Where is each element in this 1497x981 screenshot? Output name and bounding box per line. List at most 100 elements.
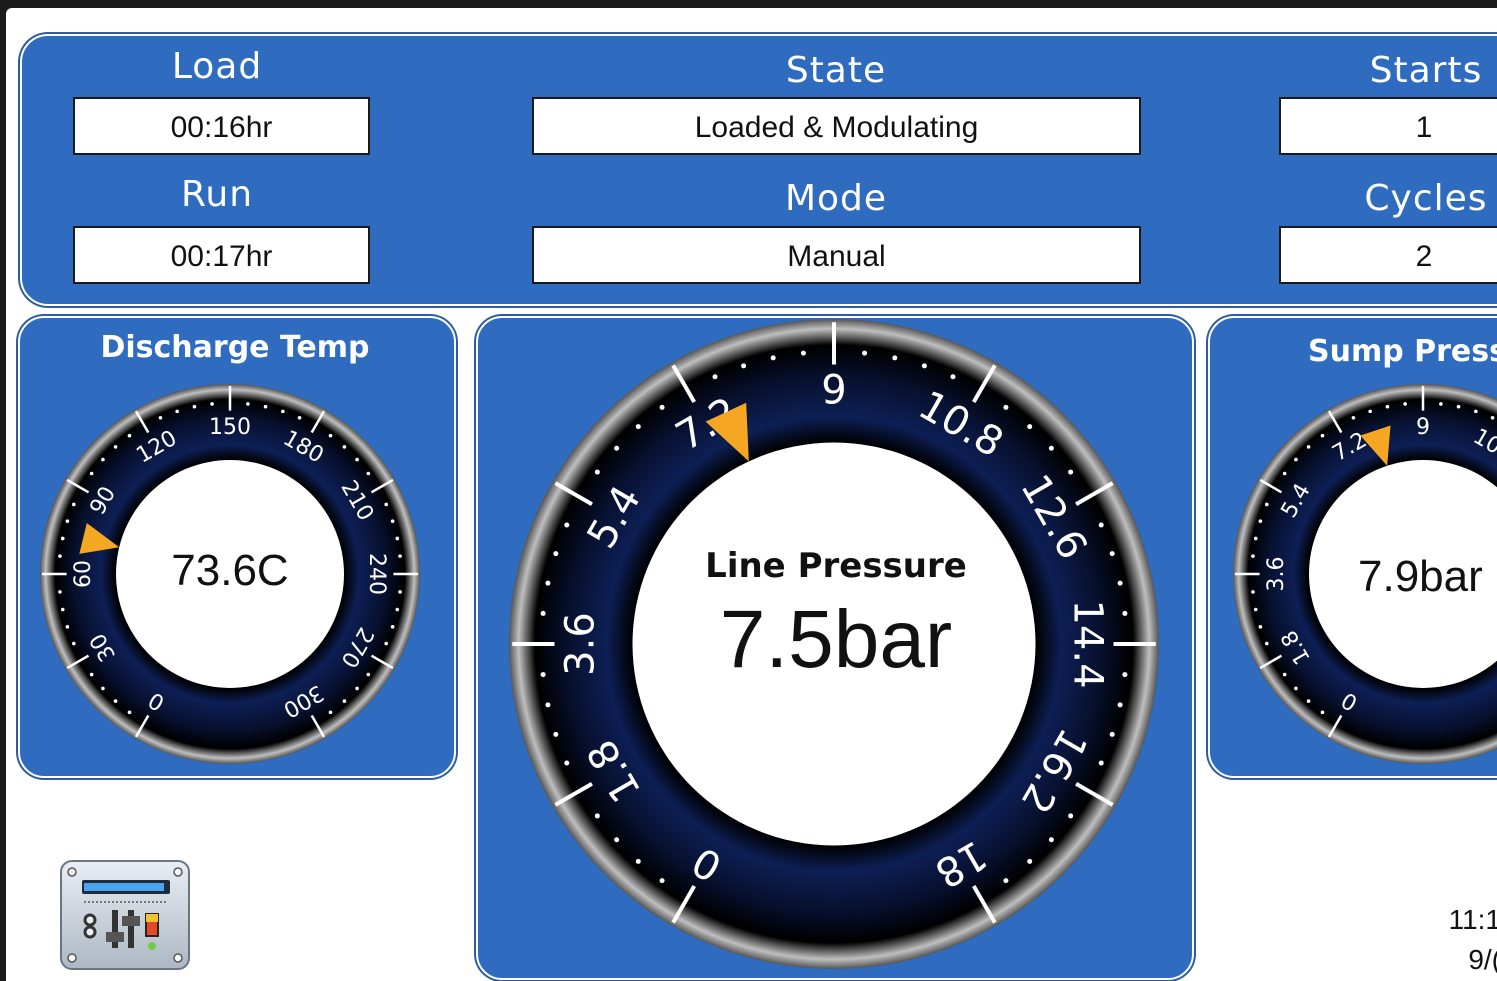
minor-tick bbox=[921, 363, 927, 369]
minor-tick bbox=[1258, 625, 1263, 629]
minor-tick bbox=[113, 445, 118, 449]
minor-tick bbox=[113, 699, 118, 703]
clock-date: 9/( bbox=[1468, 944, 1497, 975]
minor-tick bbox=[355, 457, 359, 462]
minor-tick bbox=[1306, 699, 1311, 703]
minor-tick bbox=[1003, 878, 1009, 884]
clock: 11:1 9/( bbox=[1449, 900, 1497, 980]
minor-tick bbox=[1294, 686, 1298, 691]
minor-tick bbox=[540, 672, 546, 678]
minor-tick bbox=[390, 625, 395, 629]
scale-label: 3.6 bbox=[558, 612, 604, 676]
minor-tick bbox=[58, 590, 62, 594]
scale-label: 14.4 bbox=[1065, 599, 1111, 688]
minor-tick bbox=[553, 551, 559, 557]
minor-tick bbox=[89, 471, 94, 476]
mixer-settings-icon[interactable] bbox=[60, 860, 190, 970]
minor-tick bbox=[1264, 641, 1269, 646]
minor-tick bbox=[395, 536, 400, 541]
load-label: Load bbox=[171, 46, 263, 87]
minor-tick bbox=[1117, 580, 1123, 586]
minor-tick bbox=[741, 363, 747, 369]
scale-label: 60 bbox=[71, 560, 96, 588]
minor-tick bbox=[366, 471, 371, 476]
minor-tick bbox=[58, 554, 62, 558]
minor-tick bbox=[328, 710, 333, 715]
minor-tick bbox=[1294, 457, 1298, 462]
minor-tick bbox=[1048, 445, 1054, 451]
minor-tick bbox=[366, 672, 371, 677]
minor-tick bbox=[263, 404, 268, 409]
minor-tick bbox=[342, 445, 347, 449]
minor-tick bbox=[71, 641, 76, 646]
minor-tick bbox=[1368, 409, 1372, 414]
minor-tick bbox=[1351, 415, 1356, 420]
minor-tick bbox=[1258, 519, 1263, 523]
minor-tick bbox=[1282, 471, 1287, 476]
minor-tick bbox=[1253, 607, 1258, 612]
sump-pressure-readout: 7.9bar bbox=[1358, 552, 1483, 601]
sump-pressure-title: Sump Pressu bbox=[1308, 334, 1497, 369]
minor-tick bbox=[1456, 404, 1461, 409]
scale-label: 240 bbox=[364, 553, 389, 595]
mode-label: Mode bbox=[784, 178, 888, 219]
minor-tick bbox=[1253, 536, 1258, 541]
minor-tick bbox=[614, 445, 620, 451]
scale-label: 9 bbox=[1416, 415, 1430, 440]
minor-tick bbox=[635, 424, 641, 430]
minor-tick bbox=[1306, 445, 1311, 449]
minor-tick bbox=[1109, 551, 1115, 557]
scale-label: 9 bbox=[821, 368, 846, 414]
cycles-value: 2 bbox=[1279, 226, 1497, 284]
minor-tick bbox=[1068, 469, 1074, 475]
minor-tick bbox=[553, 731, 559, 737]
minor-tick bbox=[1474, 409, 1478, 414]
minor-tick bbox=[71, 502, 76, 507]
minor-tick bbox=[614, 837, 620, 843]
minor-tick bbox=[101, 686, 105, 691]
minor-tick bbox=[540, 610, 546, 616]
minor-tick bbox=[770, 355, 776, 361]
minor-tick bbox=[328, 433, 333, 438]
minor-tick bbox=[1264, 502, 1269, 507]
cycles-label: Cycles bbox=[1364, 178, 1488, 219]
minor-tick bbox=[281, 409, 285, 414]
minor-tick bbox=[297, 415, 302, 420]
discharge-temp-readout: 73.6C bbox=[171, 546, 289, 595]
minor-tick bbox=[158, 415, 163, 420]
minor-tick bbox=[127, 710, 132, 715]
minor-tick bbox=[712, 374, 718, 380]
minor-tick bbox=[1003, 404, 1009, 410]
minor-tick bbox=[89, 672, 94, 677]
minor-tick bbox=[101, 457, 105, 462]
minor-tick bbox=[127, 433, 132, 438]
minor-tick bbox=[659, 404, 665, 410]
minor-tick bbox=[355, 686, 359, 691]
starts-label: Starts bbox=[1369, 50, 1483, 91]
hmi-screen: Load 00:16hr Run 00:17hr State Loaded & … bbox=[6, 8, 1497, 981]
mode-value: Manual bbox=[532, 226, 1141, 284]
line-pressure-readout: 7.5bar bbox=[719, 594, 953, 685]
minor-tick bbox=[384, 502, 389, 507]
minor-tick bbox=[545, 580, 551, 586]
minor-tick bbox=[1490, 415, 1495, 420]
run-label: Run bbox=[180, 174, 254, 215]
load-value: 00:16hr bbox=[73, 97, 370, 155]
minor-tick bbox=[950, 374, 956, 380]
minor-tick bbox=[384, 641, 389, 646]
minor-tick bbox=[1098, 760, 1104, 766]
clock-time: 11:1 bbox=[1448, 904, 1497, 935]
minor-tick bbox=[210, 402, 214, 406]
minor-tick bbox=[65, 519, 70, 523]
scale-label: 150 bbox=[209, 415, 251, 440]
line-pressure-title: Line Pressure bbox=[705, 546, 967, 586]
starts-value: 1 bbox=[1279, 97, 1497, 155]
minor-tick bbox=[1117, 702, 1123, 708]
minor-tick bbox=[390, 519, 395, 523]
minor-tick bbox=[1403, 402, 1407, 406]
minor-tick bbox=[1251, 554, 1255, 558]
state-label: State bbox=[785, 50, 887, 91]
minor-tick bbox=[1320, 710, 1325, 715]
minor-tick bbox=[594, 469, 600, 475]
minor-tick bbox=[594, 813, 600, 819]
